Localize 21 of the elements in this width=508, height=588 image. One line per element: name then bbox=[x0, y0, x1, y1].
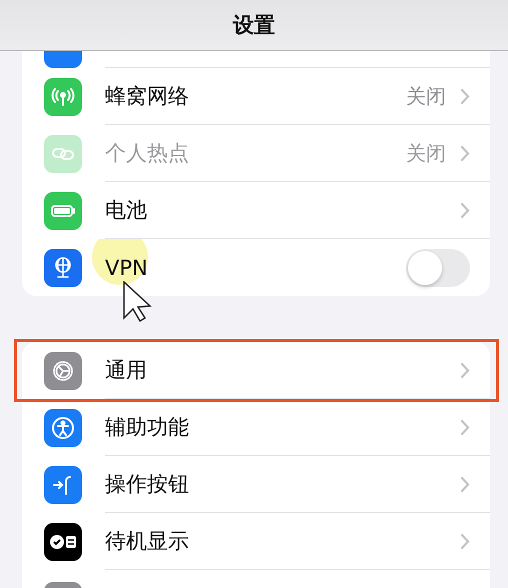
setting-label[interactable]: 操作按钮 bbox=[105, 470, 189, 498]
setting-label[interactable]: VPN bbox=[105, 256, 148, 280]
chevron-right-icon bbox=[460, 362, 470, 378]
chevron-right-icon bbox=[460, 418, 470, 436]
setting-label[interactable]: 电池 bbox=[105, 196, 147, 224]
chevron-right-icon bbox=[460, 202, 470, 218]
toggle-switch[interactable] bbox=[406, 248, 470, 286]
setting-value: 关闭 bbox=[406, 140, 446, 166]
chevron-right-icon bbox=[460, 144, 470, 162]
chevron-right-icon bbox=[460, 476, 470, 492]
setting-label[interactable]: 通用 bbox=[105, 356, 147, 384]
setting-value: 关闭 bbox=[406, 82, 446, 110]
chevron-right-icon bbox=[460, 532, 470, 550]
setting-label[interactable]: 待机显示 bbox=[105, 527, 189, 555]
setting-label[interactable]: 蜂窝网络 bbox=[105, 82, 189, 110]
cursor-highlight bbox=[92, 239, 148, 285]
setting-label[interactable]: 辅助功能 bbox=[105, 413, 189, 441]
accessibility-icon bbox=[50, 414, 76, 440]
standby-display-icon bbox=[49, 532, 77, 550]
page-title: 设置 bbox=[233, 12, 275, 39]
chevron-right-icon bbox=[460, 88, 470, 104]
